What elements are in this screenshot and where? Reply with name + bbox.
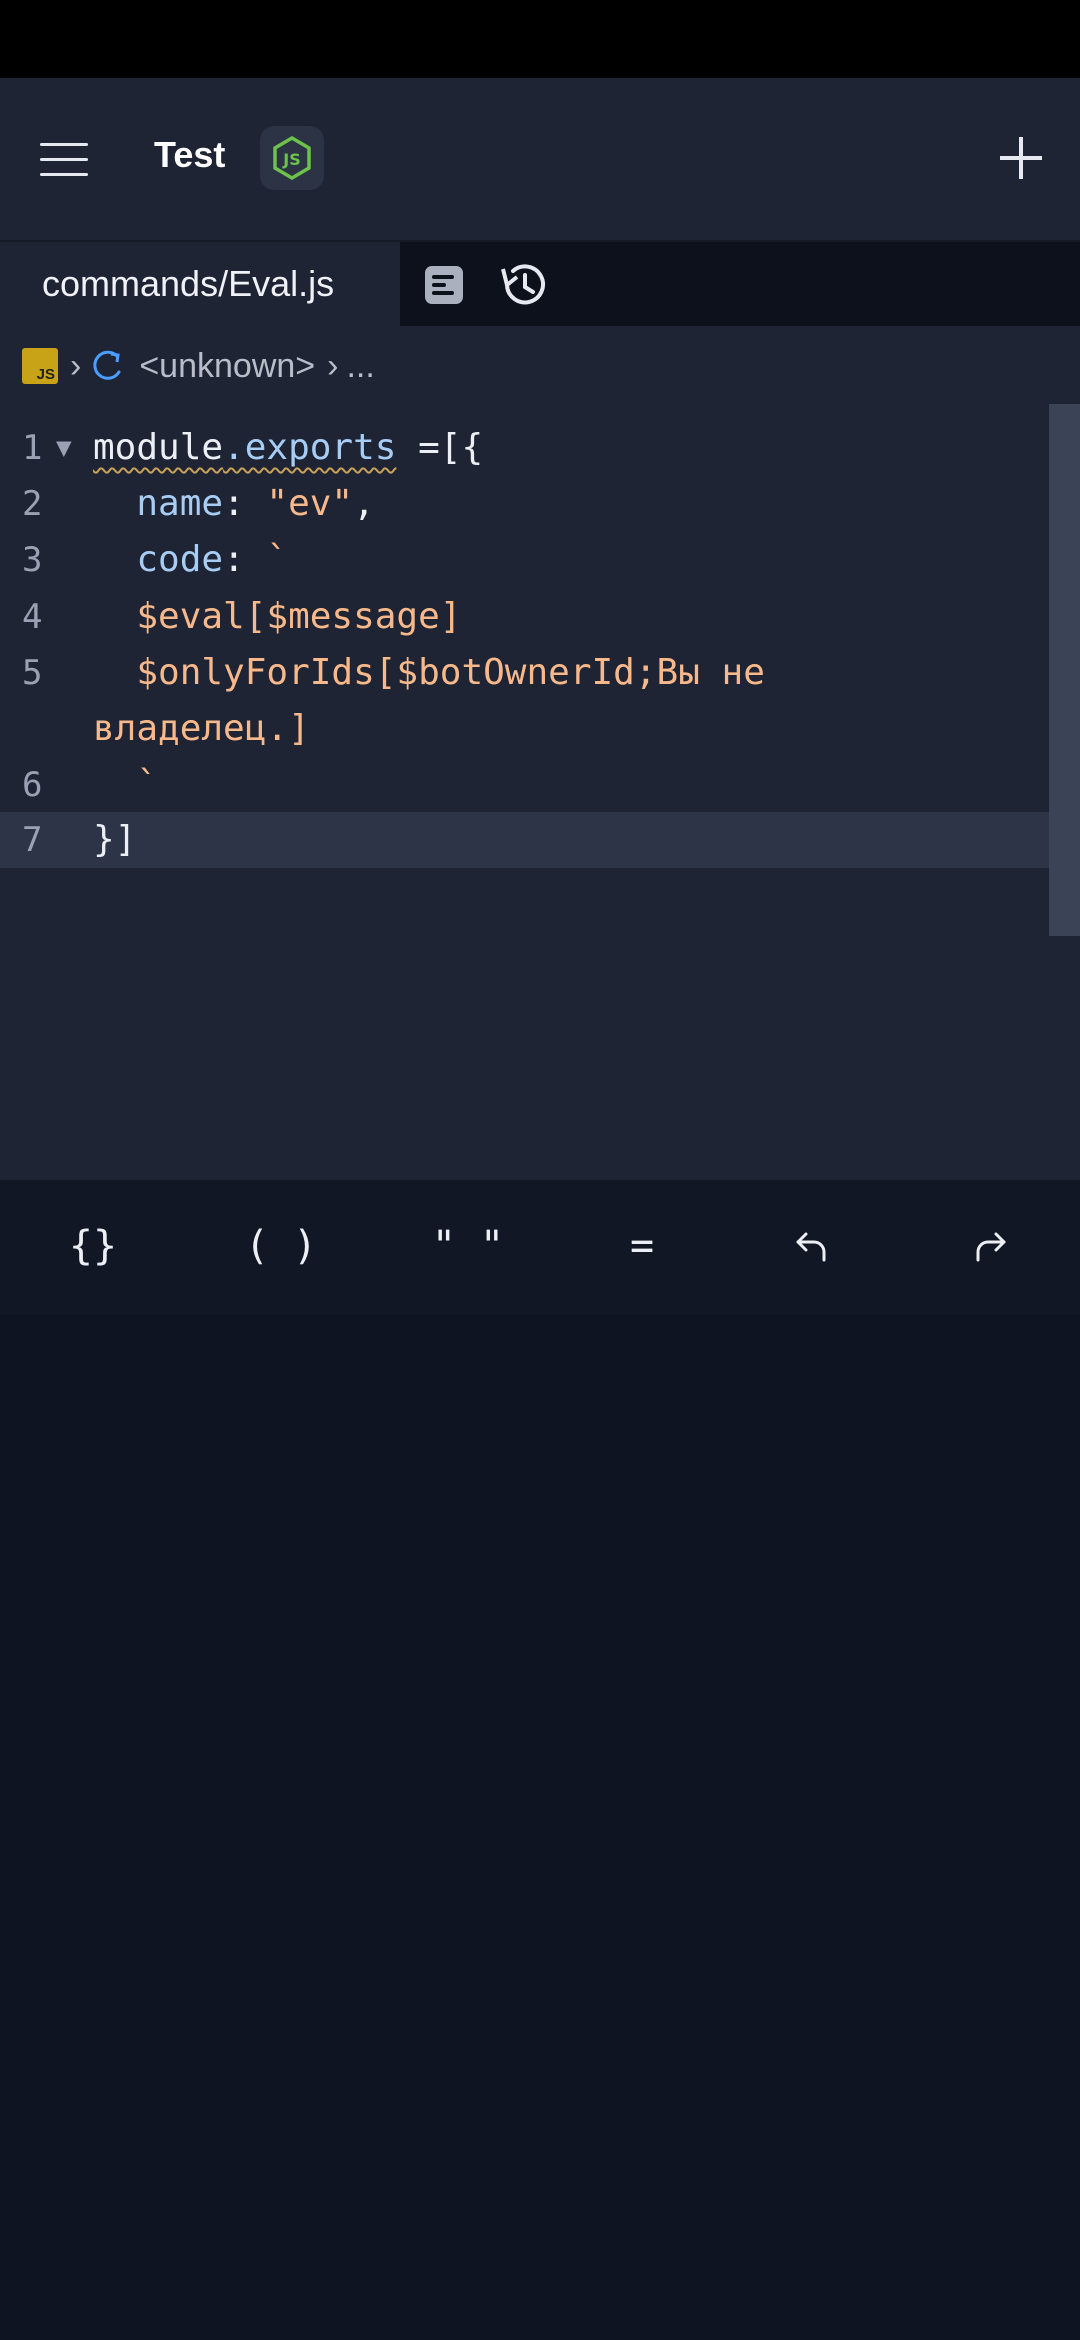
code-editor[interactable]: 1 ▼ module.exports =[{ 2 name: "ev", 3 c… bbox=[0, 406, 1080, 1180]
code-token: , bbox=[353, 483, 375, 524]
chevron-right-icon: › bbox=[70, 346, 82, 385]
code-token: code bbox=[93, 539, 224, 580]
insert-braces-button[interactable]: {} bbox=[43, 1218, 143, 1274]
tab-bar: commands/Eval.js bbox=[0, 242, 1080, 326]
code-token: $onlyForIds[$botOwnerId;Вы не bbox=[93, 652, 765, 693]
code-line[interactable]: 2 name: "ev", bbox=[0, 476, 1050, 532]
code-line[interactable]: 6 ` bbox=[0, 757, 1050, 813]
fold-arrow-icon[interactable]: ▼ bbox=[56, 420, 72, 476]
js-file-icon: JS bbox=[22, 348, 58, 384]
undo-icon bbox=[796, 1232, 826, 1262]
code-line[interactable]: 1 ▼ module.exports =[{ bbox=[0, 420, 1050, 476]
line-number: 2 bbox=[22, 484, 43, 524]
chevron-right-icon: › bbox=[327, 346, 339, 385]
breadcrumb-segment[interactable]: <unknown> bbox=[139, 347, 315, 386]
refresh-icon[interactable] bbox=[89, 348, 125, 384]
svg-text:JS: JS bbox=[282, 150, 300, 169]
code-token-wrapped: владелец.] bbox=[93, 708, 310, 749]
line-number: 5 bbox=[22, 653, 43, 693]
hamburger-icon bbox=[40, 143, 88, 146]
hamburger-icon-line bbox=[40, 173, 88, 176]
add-button[interactable] bbox=[998, 135, 1044, 181]
menu-button[interactable] bbox=[40, 141, 88, 177]
line-number: 3 bbox=[22, 540, 43, 580]
line-number: 1 bbox=[22, 428, 43, 468]
code-line[interactable]: 3 code: ` bbox=[0, 532, 1050, 588]
hamburger-icon-line bbox=[40, 158, 88, 161]
symbol-toolbar: {} ( ) " " = bbox=[0, 1180, 1080, 1315]
code-line-active[interactable]: 7 }] bbox=[0, 812, 1050, 868]
nodejs-icon: JS bbox=[273, 136, 311, 180]
insert-quotes-button[interactable]: " " bbox=[418, 1218, 518, 1274]
line-number: 7 bbox=[22, 820, 43, 860]
tab-active-file[interactable]: commands/Eval.js bbox=[0, 242, 400, 326]
code-token: .exports bbox=[223, 427, 397, 468]
code-token: =[{ bbox=[396, 427, 484, 468]
code-token: module bbox=[93, 427, 224, 468]
app-header: Test JS bbox=[0, 78, 1080, 242]
code-line[interactable]: 4 $eval[$message] bbox=[0, 589, 1050, 645]
code-token: }] bbox=[93, 819, 137, 860]
keyboard-area bbox=[0, 1315, 1080, 2340]
status-bar bbox=[0, 0, 1080, 78]
runtime-badge[interactable]: JS bbox=[260, 126, 324, 190]
undo-button[interactable] bbox=[762, 1218, 862, 1274]
project-title: Test bbox=[154, 134, 226, 175]
code-line[interactable]: 5 $onlyForIds[$botOwnerId;Вы не владелец… bbox=[0, 645, 1050, 757]
insert-parens-button[interactable]: ( ) bbox=[231, 1218, 331, 1274]
insert-equals-button[interactable]: = bbox=[592, 1218, 692, 1274]
breadcrumb: JS › <unknown> › ... bbox=[0, 326, 1080, 406]
code-token: ` bbox=[93, 764, 159, 805]
code-token: : bbox=[223, 539, 267, 580]
editor-scrollbar[interactable] bbox=[1049, 404, 1080, 936]
code-token: : bbox=[223, 483, 267, 524]
code-token: ` bbox=[266, 539, 289, 580]
format-icon[interactable] bbox=[421, 262, 467, 308]
redo-icon bbox=[976, 1232, 1006, 1262]
line-number: 4 bbox=[22, 597, 43, 637]
redo-button[interactable] bbox=[940, 1218, 1040, 1274]
code-token: $eval[$message] bbox=[93, 596, 462, 637]
code-token: name bbox=[93, 483, 224, 524]
code-token: "ev" bbox=[266, 483, 354, 524]
breadcrumb-ellipsis[interactable]: ... bbox=[346, 347, 374, 386]
history-icon[interactable] bbox=[497, 259, 549, 311]
line-number: 6 bbox=[22, 765, 43, 805]
